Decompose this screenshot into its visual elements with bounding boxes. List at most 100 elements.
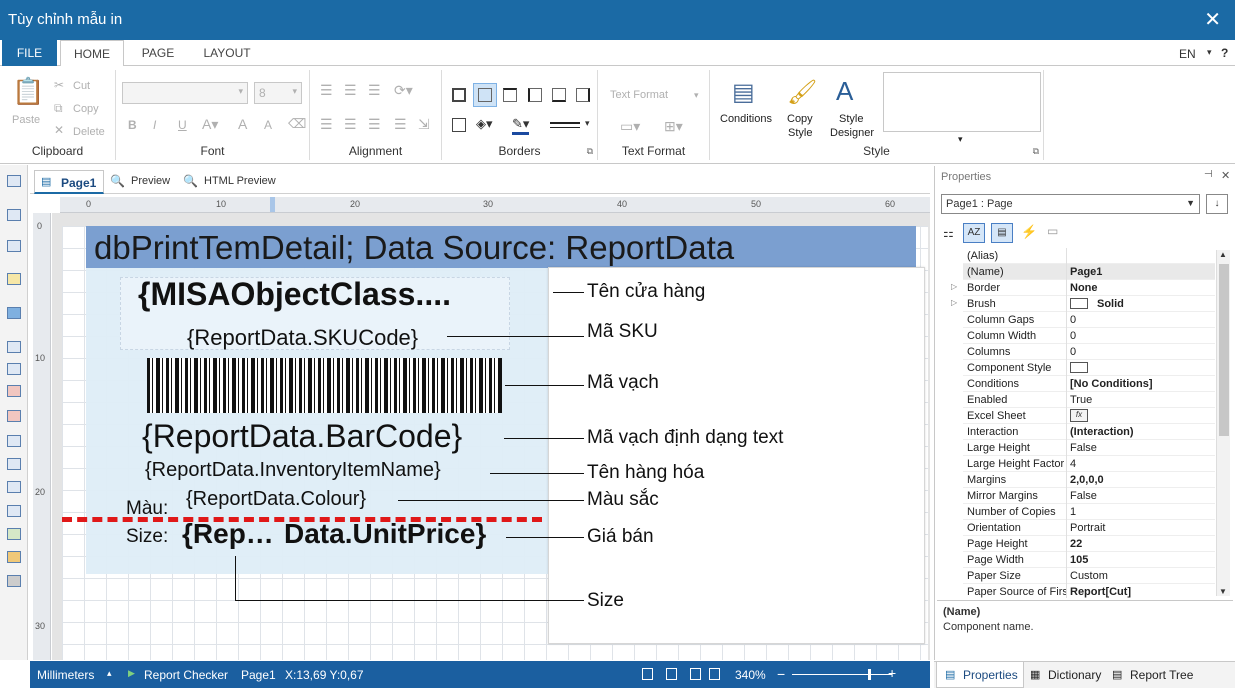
report-page[interactable]: dbPrintTemDetail; Data Source: ReportDat… (62, 226, 928, 660)
property-row[interactable]: Mirror Margins False (963, 488, 1215, 504)
view-fit-icon[interactable] (709, 668, 720, 680)
close-icon[interactable]: ✕ (1221, 169, 1230, 182)
font-name-combo[interactable]: ▾ (122, 82, 248, 104)
property-row[interactable]: Enabled True (963, 392, 1215, 408)
tab-properties[interactable]: ▤ Properties (936, 662, 1024, 688)
property-row[interactable]: Page Width 105 (963, 552, 1215, 568)
data-band-header[interactable]: dbPrintTemDetail; Data Source: ReportDat… (86, 226, 916, 268)
zoom-thumb[interactable] (868, 669, 871, 680)
scroll-thumb[interactable] (1219, 264, 1229, 436)
border-all-icon[interactable] (452, 88, 466, 102)
rich-text-icon[interactable] (7, 363, 21, 375)
image-icon[interactable] (7, 528, 21, 540)
language-selector[interactable]: EN (1179, 47, 1196, 61)
help-button[interactable]: ? (1221, 46, 1228, 60)
image-band-icon[interactable] (7, 273, 21, 285)
scroll-down-icon[interactable]: ▼ (1219, 587, 1227, 596)
barcode-text-field[interactable]: {ReportData.BarCode} (142, 418, 462, 455)
property-row[interactable]: Page Height 22 (963, 536, 1215, 552)
italic-icon[interactable]: I (153, 118, 156, 132)
item-name-field[interactable]: {ReportData.InventoryItemName} (145, 459, 441, 482)
property-row[interactable]: Border None (963, 280, 1215, 296)
property-row[interactable]: Interaction (Interaction) (963, 424, 1215, 440)
component-selector[interactable]: Page1 : Page ▼ (941, 194, 1200, 214)
tab-page1[interactable]: ▤ Page1 (34, 170, 104, 194)
font-size-combo[interactable]: 8 ▾ (254, 82, 302, 104)
shrink-font-icon[interactable]: A (264, 118, 272, 132)
copy-style-label-2[interactable]: Style (788, 127, 812, 139)
property-row[interactable]: Margins 2,0,0,0 (963, 472, 1215, 488)
underline-icon[interactable]: U (178, 118, 187, 132)
property-pages-icon[interactable]: ▭ (1047, 224, 1058, 238)
align-center-icon[interactable]: ☰ (344, 116, 357, 133)
fill-color-icon[interactable]: ◈▾ (476, 116, 493, 132)
store-name-field[interactable]: {MISAObjectClass.... (138, 276, 451, 313)
view-two-pages-icon[interactable] (666, 668, 677, 680)
property-row[interactable]: Large Height False (963, 440, 1215, 456)
tools-icon[interactable] (7, 575, 21, 587)
align-top-icon[interactable]: ☰ (320, 82, 333, 99)
border-left-icon[interactable] (528, 88, 542, 102)
font-color-icon[interactable]: A▾ (202, 116, 218, 133)
align-bottom-icon[interactable]: ☰ (368, 82, 381, 99)
tab-home[interactable]: HOME (60, 40, 124, 67)
unit-price-field[interactable]: Data.UnitPrice} (284, 518, 486, 550)
align-left-icon[interactable]: ☰ (320, 116, 333, 133)
colour-field[interactable]: {ReportData.Colour} (186, 488, 366, 511)
property-row[interactable]: Column Gaps 0 (963, 312, 1215, 328)
design-canvas[interactable]: dbPrintTemDetail; Data Source: ReportDat… (52, 213, 930, 660)
chart-icon[interactable] (7, 551, 21, 563)
copy-style-label-1[interactable]: Copy (787, 113, 813, 125)
units-selector[interactable]: Millimeters (37, 668, 94, 682)
tab-html-preview[interactable]: HTML Preview (204, 175, 276, 187)
tab-dictionary[interactable]: Dictionary (1048, 668, 1101, 682)
copy-button[interactable]: Copy (73, 103, 99, 115)
chevron-up-icon[interactable]: ▴ (107, 668, 112, 679)
property-row[interactable]: Component Style (963, 360, 1215, 376)
rotate-icon[interactable]: ⟳▾ (394, 82, 413, 99)
zoom-in-icon[interactable]: + (888, 665, 896, 681)
border-right-icon[interactable] (576, 88, 590, 102)
wordwrap-icon[interactable]: ⇲ (418, 116, 430, 133)
clear-format-icon[interactable]: ⌫ (288, 116, 306, 132)
tab-report-tree[interactable]: Report Tree (1130, 668, 1193, 682)
properties-view-icon[interactable]: ▤ (991, 223, 1013, 243)
chevron-down-icon[interactable]: ▾ (694, 90, 699, 101)
text-icon[interactable] (7, 341, 21, 353)
ruler-marker[interactable] (270, 197, 275, 212)
conditions-button[interactable]: Conditions (720, 113, 772, 125)
view-width-icon[interactable] (690, 668, 701, 680)
paste-button[interactable]: Paste (12, 114, 40, 126)
property-row[interactable]: Excel Sheet fx (963, 408, 1215, 424)
chevron-down-icon[interactable]: ▾ (585, 118, 590, 129)
property-row[interactable]: Column Width 0 (963, 328, 1215, 344)
format-icon[interactable]: ▭▾ (620, 118, 640, 135)
size-label[interactable]: Size: (126, 526, 168, 548)
sku-field[interactable]: {ReportData.SKUCode} (187, 325, 418, 351)
text-format-combo[interactable]: Text Format (610, 89, 668, 101)
cut-button[interactable]: Cut (73, 80, 90, 92)
property-row[interactable]: Orientation Portrait (963, 520, 1215, 536)
panel-icon[interactable] (7, 435, 21, 447)
table-icon[interactable] (7, 481, 21, 493)
align-middle-icon[interactable]: ☰ (344, 82, 357, 99)
report-title-band-icon[interactable] (7, 175, 21, 187)
sub-report-icon[interactable] (7, 307, 21, 319)
border-none-icon[interactable] (473, 83, 497, 107)
report-checker-button[interactable]: Report Checker (144, 668, 228, 682)
property-row[interactable]: Columns 0 (963, 344, 1215, 360)
property-row[interactable]: Paper Size Custom (963, 568, 1215, 584)
border-style-icon[interactable] (550, 122, 580, 128)
zoom-out-icon[interactable]: − (777, 666, 785, 682)
property-row[interactable]: Number of Copies 1 (963, 504, 1215, 520)
properties-scrollbar[interactable]: ▲ ▼ (1216, 250, 1230, 596)
view-page-icon[interactable] (642, 668, 653, 680)
data-band-icon[interactable] (7, 240, 21, 252)
header-band-icon[interactable] (7, 209, 21, 221)
style-designer-label-2[interactable]: Designer (830, 127, 874, 139)
tab-page[interactable]: PAGE (128, 40, 188, 66)
expand-icon[interactable]: ▷ (951, 298, 957, 307)
border-side-icon[interactable] (452, 118, 466, 132)
categorized-icon[interactable]: ⚏ (943, 226, 954, 240)
close-icon[interactable]: ✕ (1204, 7, 1221, 32)
